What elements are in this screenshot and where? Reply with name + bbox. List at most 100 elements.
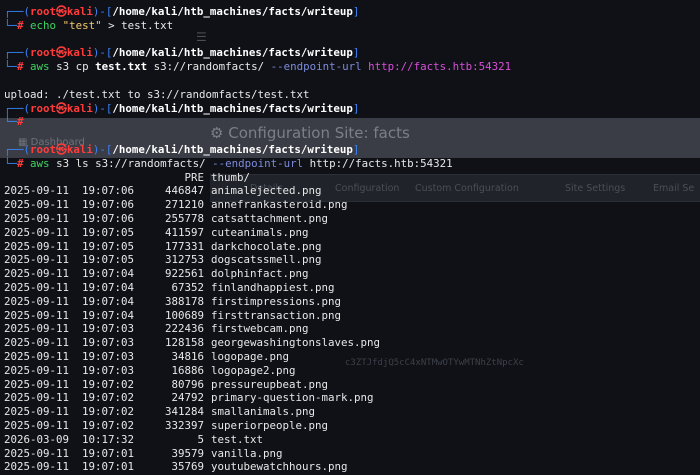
command-token: > test.txt	[101, 18, 174, 32]
file-name: firstwebcam.png	[211, 322, 309, 336]
file-name: test.txt	[211, 432, 264, 446]
file-size: 446847	[164, 184, 204, 198]
prompt-sep: )-[	[92, 46, 113, 60]
file-date: 2025-09-11	[4, 280, 70, 294]
listing-row: 2025-09-11 19:07:06 271210 annefrankasteroi…	[4, 198, 700, 212]
file-time: 19:07:04	[82, 294, 135, 308]
prompt-end: ]	[352, 101, 360, 115]
file-name: vanilla.png	[211, 446, 283, 460]
file-name: pressureupbeat.png	[211, 377, 329, 391]
file-time: 19:07:03	[82, 322, 135, 336]
file-date: 2025-09-11	[4, 418, 70, 432]
file-name: georgewashingtonslaves.png	[211, 336, 381, 350]
command-token: s3 cp	[49, 60, 96, 74]
file-name: superiorpeople.png	[211, 418, 329, 432]
prompt-corner: └─	[4, 18, 18, 32]
listing-row: 2025-09-11 19:07:01 39579 vanilla.png	[4, 447, 700, 461]
file-size: 177331	[164, 239, 204, 253]
file-size: 67352	[171, 280, 204, 294]
file-date: 2025-09-11	[4, 294, 70, 308]
file-time: 19:07:04	[82, 308, 135, 322]
file-name: firstimpressions.png	[211, 294, 342, 308]
file-date: 2025-09-11	[4, 239, 70, 253]
listing-row: 2025-09-11 19:07:02 332397 superiorpeople.p…	[4, 419, 700, 433]
file-date: 2025-09-11	[4, 446, 70, 460]
listing-row: 2025-09-11 19:07:04 67352 finlandhappiest.p…	[4, 281, 700, 295]
prompt-line: ┌──(root㉿kali)-[/home/kali/htb_machines/…	[4, 5, 700, 19]
file-time: 19:07:02	[82, 418, 135, 432]
listing-row: 2025-09-11 19:07:01 35769 youtubewatchhours…	[4, 460, 700, 474]
file-name: animalejected.png	[211, 184, 322, 198]
file-time: 19:07:02	[82, 391, 135, 405]
prompt-path: /home/kali/htb_machines/facts/writeup	[112, 46, 353, 60]
prompt-corner: ┌──(	[4, 46, 31, 60]
file-name: logopage.png	[211, 349, 290, 363]
file-time: 19:07:05	[82, 253, 135, 267]
file-size: 35769	[171, 460, 204, 474]
file-name: cuteanimals.png	[211, 225, 309, 239]
command-token: s3 ls s3://randomfacts/	[49, 156, 213, 170]
listing-row: 2025-09-11 19:07:03 222436 firstwebcam.png	[4, 322, 700, 336]
command-token: aws	[30, 60, 50, 74]
file-time: 19:07:02	[82, 405, 135, 419]
file-size: 39579	[171, 446, 204, 460]
command-token: "test"	[62, 18, 102, 32]
command-token: s3://randomfacts/	[147, 60, 271, 74]
file-time: 19:07:03	[82, 336, 135, 350]
terminal-output[interactable]: ┌──(root㉿kali)-[/home/kali/htb_machines/…	[0, 0, 700, 475]
prompt-line: ┌──(root㉿kali)-[/home/kali/htb_machines/…	[4, 102, 700, 116]
listing-row: 2025-09-11 19:07:04 100689 firsttransaction…	[4, 309, 700, 323]
command-line: └─# aws s3 ls s3://randomfacts/ --endpoi…	[4, 157, 700, 171]
listing-row: 2025-09-11 19:07:02 341284 smallanimals.png	[4, 405, 700, 419]
command-token: --endpoint-url	[212, 156, 304, 170]
prompt-corner: ┌──(	[4, 5, 31, 18]
file-time: 19:07:02	[82, 377, 135, 391]
pre-folder-name: thumb/	[211, 170, 251, 184]
file-name: logopage2.png	[211, 363, 296, 377]
prompt-path: /home/kali/htb_machines/facts/writeup	[112, 101, 353, 115]
file-date: 2025-09-11	[4, 460, 70, 474]
file-time: 10:17:32	[82, 432, 135, 446]
file-time: 19:07:03	[82, 363, 135, 377]
file-size: 341284	[164, 405, 204, 419]
command-line: └─# aws s3 cp test.txt s3://randomfacts/…	[4, 60, 700, 74]
file-size: 255778	[164, 211, 204, 225]
file-date: 2025-09-11	[4, 377, 70, 391]
listing-row: 2025-09-11 19:07:02 24792 primary-question-…	[4, 391, 700, 405]
file-date: 2025-09-11	[4, 363, 70, 377]
file-name: darkchocolate.png	[211, 239, 322, 253]
prompt-sep: )-[	[92, 142, 113, 156]
listing-row: 2025-09-11 19:07:05 177331 darkchocolate.pn…	[4, 240, 700, 254]
listing-row: 2025-09-11 19:07:04 388178 firstimpressions…	[4, 295, 700, 309]
upload-output: upload: ./test.txt to s3://randomfacts/t…	[4, 87, 310, 101]
prompt-path: /home/kali/htb_machines/facts/writeup	[112, 5, 353, 18]
prompt-end: ]	[352, 5, 360, 18]
prompt-corner: └─	[4, 60, 18, 74]
file-name: smallanimals.png	[211, 405, 316, 419]
file-date: 2025-09-11	[4, 349, 70, 363]
listing-row: 2025-09-11 19:07:03 16886 logopage2.png	[4, 364, 700, 378]
listing-row: 2025-09-11 19:07:06 255778 catsattachment.p…	[4, 212, 700, 226]
file-time: 19:07:03	[82, 349, 135, 363]
file-size: 34816	[171, 349, 204, 363]
file-time: 19:07:05	[82, 239, 135, 253]
file-date: 2025-09-11	[4, 405, 70, 419]
prompt-user: root㉿kali	[30, 46, 93, 60]
file-time: 19:07:01	[82, 460, 135, 474]
file-name: dolphinfact.png	[211, 267, 309, 281]
file-size: 312753	[164, 253, 204, 267]
file-size: 24792	[171, 391, 204, 405]
file-time: 19:07:06	[82, 198, 135, 212]
listing-row: 2025-09-11 19:07:05 411597 cuteanimals.png	[4, 226, 700, 240]
file-size: 271210	[164, 198, 204, 212]
command-token: http://facts.htb:54321	[368, 60, 512, 74]
file-size: 80796	[171, 377, 204, 391]
prompt-user: root㉿kali	[30, 142, 93, 156]
file-date: 2025-09-11	[4, 184, 70, 198]
listing-row: 2025-09-11 19:07:03 34816 logopage.png	[4, 350, 700, 364]
file-date: 2025-09-11	[4, 322, 70, 336]
file-size: 5	[197, 432, 204, 446]
file-name: youtubewatchhours.png	[211, 460, 348, 474]
